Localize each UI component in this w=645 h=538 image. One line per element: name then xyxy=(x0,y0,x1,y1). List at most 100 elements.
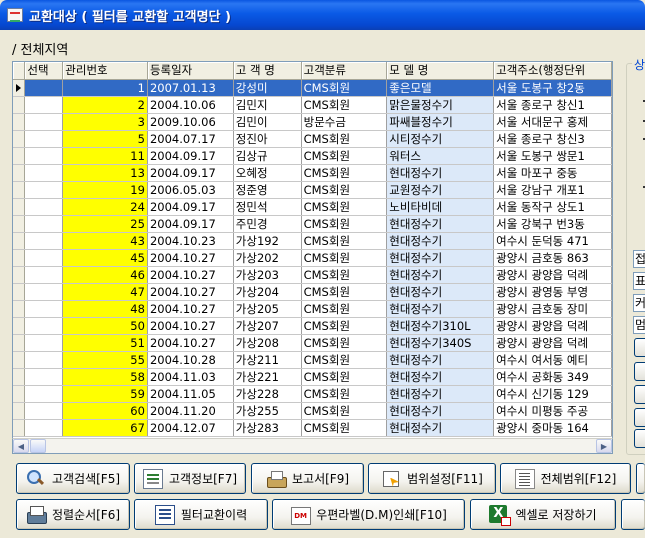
cell-category[interactable]: CMS회원 xyxy=(301,164,388,182)
cell-category[interactable]: CMS회원 xyxy=(301,283,388,301)
cell-id[interactable]: 60 xyxy=(62,402,148,420)
cell-id[interactable]: 48 xyxy=(62,300,148,318)
side-field-2[interactable]: 표 xyxy=(633,272,645,290)
row-header[interactable] xyxy=(13,79,26,97)
row-header[interactable] xyxy=(13,215,26,233)
row-header[interactable] xyxy=(13,368,26,386)
cell-category[interactable]: CMS회원 xyxy=(301,130,388,148)
cell-model[interactable]: 시티정수기 xyxy=(386,130,495,148)
table-row[interactable]: 43 2004.10.23 가상192 CMS회원 현대정수기 여수시 둔덕동 471 xyxy=(13,232,612,250)
cell-category[interactable]: CMS회원 xyxy=(301,147,388,165)
column-header-date[interactable]: 등록일자 xyxy=(147,62,234,80)
cell-model[interactable]: 현대정수기 xyxy=(386,368,495,386)
row-header[interactable] xyxy=(13,334,26,352)
customer-search-button[interactable]: 고객검색[F5] xyxy=(16,463,130,494)
row-header[interactable] xyxy=(13,351,26,369)
cell-date[interactable]: 2004.07.17 xyxy=(147,130,234,148)
table-row[interactable]: 67 2004.12.07 가상283 CMS회원 현대정수기 광양시 중마동 164 xyxy=(13,419,612,437)
cell-id[interactable]: 67 xyxy=(62,419,148,437)
cell-select[interactable] xyxy=(24,130,64,148)
cell-address[interactable]: 광양시 금호동 장미 xyxy=(493,300,612,318)
cell-category[interactable]: CMS회원 xyxy=(301,368,388,386)
cell-date[interactable]: 2007.01.13 xyxy=(147,79,234,97)
cell-select[interactable] xyxy=(24,266,64,284)
cell-name[interactable]: 가상283 xyxy=(233,419,302,437)
row-header[interactable] xyxy=(13,385,26,403)
scroll-left-icon[interactable]: ◀ xyxy=(13,439,29,453)
cell-select[interactable] xyxy=(24,317,64,335)
cell-date[interactable]: 2009.10.06 xyxy=(147,113,234,131)
cell-date[interactable]: 2004.09.17 xyxy=(147,164,234,182)
cell-category[interactable]: CMS회원 xyxy=(301,181,388,199)
cell-category[interactable]: CMS회원 xyxy=(301,232,388,250)
cell-date[interactable]: 2004.09.17 xyxy=(147,198,234,216)
cell-id[interactable]: 55 xyxy=(62,351,148,369)
cell-id[interactable]: 25 xyxy=(62,215,148,233)
cell-name[interactable]: 강성미 xyxy=(233,79,302,97)
cell-model[interactable]: 현대정수기 xyxy=(386,249,495,267)
sort-order-button[interactable]: 정렬순서[F6] xyxy=(16,499,130,530)
table-row[interactable]: 13 2004.09.17 오혜정 CMS회원 현대정수기 서울 마포구 중동 xyxy=(13,164,612,182)
row-header[interactable] xyxy=(13,113,26,131)
save-excel-button[interactable]: 엑셀로 저장하기 xyxy=(470,499,616,530)
cell-select[interactable] xyxy=(24,249,64,267)
cell-id[interactable]: 1 xyxy=(62,79,148,97)
row-header[interactable] xyxy=(13,164,26,182)
cell-address[interactable]: 서울 종로구 창신1 xyxy=(493,96,612,114)
cell-name[interactable]: 가상205 xyxy=(233,300,302,318)
side-field-1[interactable]: 접 xyxy=(633,250,645,268)
cell-address[interactable]: 서울 마포구 중동 xyxy=(493,164,612,182)
cell-model[interactable]: 맑은물정수기 xyxy=(386,96,495,114)
column-header-model[interactable]: 모 델 명 xyxy=(386,62,495,80)
cell-address[interactable]: 서울 동작구 상도1 xyxy=(493,198,612,216)
table-row[interactable]: 3 2009.10.06 김민이 방문수금 파쌔블정수기 서울 서대문구 홍제 xyxy=(13,113,612,131)
cell-date[interactable]: 2004.10.27 xyxy=(147,266,234,284)
cell-name[interactable]: 김민지 xyxy=(233,96,302,114)
row-header[interactable] xyxy=(13,402,26,420)
cell-select[interactable] xyxy=(24,334,64,352)
cell-category[interactable]: CMS회원 xyxy=(301,402,388,420)
cell-name[interactable]: 김민이 xyxy=(233,113,302,131)
table-row[interactable]: 45 2004.10.27 가상202 CMS회원 현대정수기 광양시 금호동 863 xyxy=(13,249,612,267)
cell-select[interactable] xyxy=(24,402,64,420)
cell-address[interactable]: 광양시 광양읍 덕례 xyxy=(493,266,612,284)
cell-category[interactable]: CMS회원 xyxy=(301,419,388,437)
cell-model[interactable]: 현대정수기310L xyxy=(386,317,495,335)
cell-name[interactable]: 오혜정 xyxy=(233,164,302,182)
cell-model[interactable]: 파쌔블정수기 xyxy=(386,113,495,131)
cell-name[interactable]: 가상204 xyxy=(233,283,302,301)
cell-name[interactable]: 정민석 xyxy=(233,198,302,216)
cell-category[interactable]: CMS회원 xyxy=(301,96,388,114)
cell-date[interactable]: 2004.11.20 xyxy=(147,402,234,420)
cell-id[interactable]: 46 xyxy=(62,266,148,284)
cell-address[interactable]: 서울 도봉구 창2동 xyxy=(493,79,612,97)
cell-model[interactable]: 현대정수기 xyxy=(386,164,495,182)
customer-grid[interactable]: 선택 관리번호 등록일자 고 객 명 고객분류 모 델 명 고객주소(행정단위 … xyxy=(12,61,613,454)
cell-id[interactable]: 51 xyxy=(62,334,148,352)
table-row[interactable]: 24 2004.09.17 정민석 CMS회원 노비타비데 서울 동작구 상도1 xyxy=(13,198,612,216)
row-header[interactable] xyxy=(13,283,26,301)
cell-category[interactable]: CMS회원 xyxy=(301,198,388,216)
cell-select[interactable] xyxy=(24,96,64,114)
cell-model[interactable]: 현대정수기 xyxy=(386,215,495,233)
cell-category[interactable]: CMS회원 xyxy=(301,351,388,369)
column-header-address[interactable]: 고객주소(행정단위 xyxy=(493,62,612,80)
cell-id[interactable]: 19 xyxy=(62,181,148,199)
cell-address[interactable]: 서울 종로구 창신3 xyxy=(493,130,612,148)
cell-model[interactable]: 현대정수기 xyxy=(386,385,495,403)
side-button-4[interactable] xyxy=(634,408,645,427)
cell-category[interactable]: 방문수금 xyxy=(301,113,388,131)
cell-model[interactable]: 현대정수기 xyxy=(386,283,495,301)
cell-address[interactable]: 여수시 미평동 주공 xyxy=(493,402,612,420)
cell-name[interactable]: 가상211 xyxy=(233,351,302,369)
table-row[interactable]: 11 2004.09.17 김상규 CMS회원 워터스 서울 도봉구 쌍문1 xyxy=(13,147,612,165)
cell-date[interactable]: 2004.10.28 xyxy=(147,351,234,369)
side-field-4[interactable]: 멈 xyxy=(633,316,645,334)
cell-address[interactable]: 서울 강남구 개포1 xyxy=(493,181,612,199)
cell-date[interactable]: 2006.05.03 xyxy=(147,181,234,199)
cell-id[interactable]: 45 xyxy=(62,249,148,267)
cell-date[interactable]: 2004.10.27 xyxy=(147,300,234,318)
cell-name[interactable]: 가상228 xyxy=(233,385,302,403)
cell-name[interactable]: 가상192 xyxy=(233,232,302,250)
cell-select[interactable] xyxy=(24,181,64,199)
